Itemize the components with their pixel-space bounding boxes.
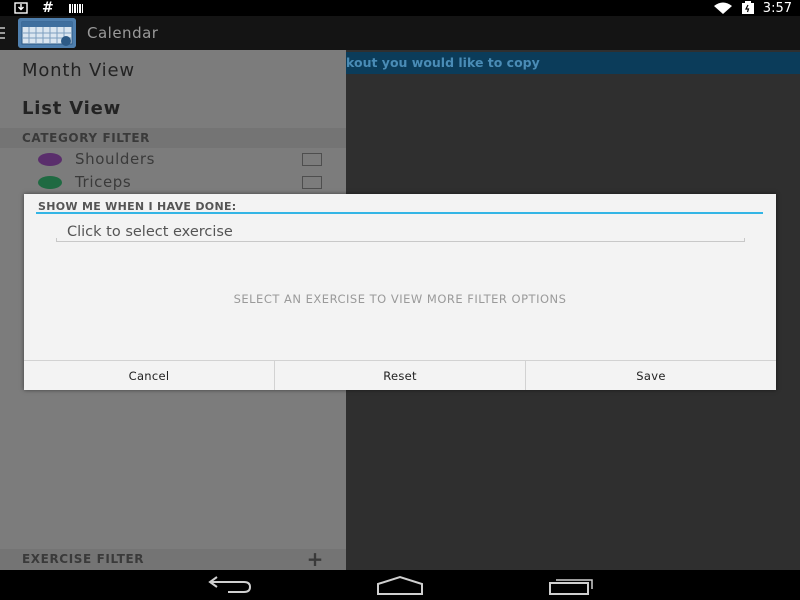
barcode-icon bbox=[68, 0, 84, 18]
status-bar-system: 3:57 bbox=[713, 0, 792, 16]
nav-item-list-view[interactable]: List View bbox=[22, 98, 121, 119]
back-icon[interactable] bbox=[200, 574, 260, 596]
drawer-menu-icon[interactable] bbox=[0, 27, 6, 39]
category-item-triceps[interactable]: Triceps bbox=[0, 172, 346, 194]
save-button[interactable]: Save bbox=[525, 361, 776, 390]
category-checkbox[interactable] bbox=[302, 153, 322, 166]
status-bar: # 3:57 bbox=[0, 0, 800, 16]
home-icon[interactable] bbox=[370, 574, 430, 596]
category-filter-header: CATEGORY FILTER bbox=[0, 128, 346, 148]
recent-apps-icon[interactable] bbox=[542, 574, 602, 596]
battery-icon bbox=[741, 0, 755, 18]
calendar-app-icon[interactable] bbox=[18, 18, 76, 48]
hash-icon: # bbox=[42, 0, 54, 16]
nav-item-month-view[interactable]: Month View bbox=[22, 60, 135, 81]
add-exercise-filter-button[interactable]: + bbox=[307, 549, 324, 569]
wifi-icon bbox=[713, 0, 733, 18]
field-underline-edge bbox=[56, 238, 57, 242]
category-label: Triceps bbox=[75, 173, 132, 191]
copy-workout-banner: kout you would like to copy bbox=[346, 52, 800, 74]
category-item-shoulders[interactable]: Shoulders bbox=[0, 149, 346, 171]
system-navigation-bar bbox=[0, 570, 800, 600]
copy-workout-hint: kout you would like to copy bbox=[346, 55, 540, 70]
dialog-button-bar: Cancel Reset Save bbox=[24, 360, 776, 390]
field-underline-edge bbox=[744, 238, 745, 242]
download-icon bbox=[14, 0, 28, 18]
status-bar-notifications: # bbox=[14, 0, 84, 16]
filter-options-hint: SELECT AN EXERCISE TO VIEW MORE FILTER O… bbox=[233, 292, 567, 306]
reset-button[interactable]: Reset bbox=[274, 361, 525, 390]
cancel-button[interactable]: Cancel bbox=[24, 361, 274, 390]
exercise-select-field[interactable]: Click to select exercise bbox=[56, 222, 745, 242]
category-label: Shoulders bbox=[75, 150, 156, 168]
exercise-filter-header: EXERCISE FILTER + bbox=[0, 549, 346, 570]
app-title: Calendar bbox=[87, 24, 159, 42]
category-checkbox[interactable] bbox=[302, 176, 322, 189]
category-color-dot bbox=[38, 153, 62, 166]
category-color-dot bbox=[38, 176, 62, 189]
exercise-filter-label: EXERCISE FILTER bbox=[22, 552, 145, 566]
filter-dialog: SHOW ME WHEN I HAVE DONE: Click to selec… bbox=[24, 194, 776, 390]
action-bar: Calendar bbox=[0, 16, 800, 50]
clock: 3:57 bbox=[762, 0, 792, 16]
dialog-title-divider bbox=[36, 212, 763, 214]
